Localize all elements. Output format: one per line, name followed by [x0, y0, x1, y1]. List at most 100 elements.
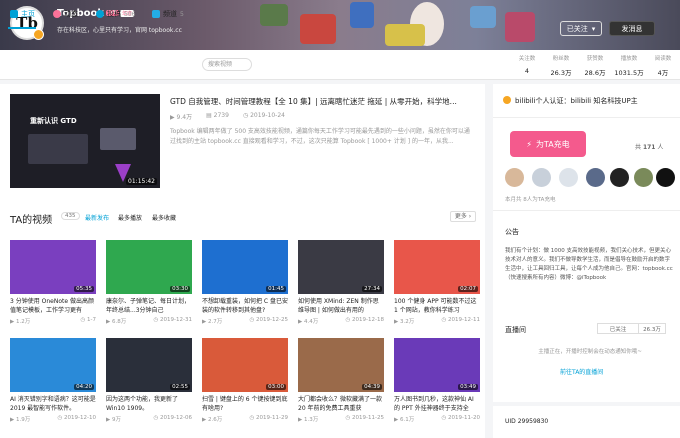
- video-plays-value: 9万: [111, 417, 121, 423]
- video-meta: ▶ 3.2万 ◷ 2019-12-11: [394, 317, 480, 325]
- video-card[interactable]: 01:45 不想卸载重装，如何把 C 盘已安装的软件转移到其他盘? ▶ 2.7万 ◷ …: [202, 240, 288, 325]
- tab-uploads[interactable]: 投稿 506: [96, 9, 135, 19]
- video-thumbnail[interactable]: 01:45: [202, 240, 288, 294]
- video-date-value: 2019-12-31: [160, 317, 192, 323]
- video-card[interactable]: 02:07 100 个健身 APP 可能数不过这 1 个网站，教你科学练习 ▶ 3.…: [394, 240, 480, 325]
- play-icon: [96, 10, 104, 18]
- tab-label: 动态: [64, 10, 78, 18]
- sort-latest[interactable]: 最新发布: [85, 213, 109, 222]
- videos-count: 435: [61, 212, 80, 220]
- video-plays-value: 2.7万: [207, 319, 223, 325]
- video-title[interactable]: 3 分钟使用 OneNote 做出高颜值笔记模板，工作学习更有: [10, 297, 96, 315]
- video-thumbnail[interactable]: 02:55: [106, 338, 192, 392]
- stat-plays: 播放数 1031.5万: [612, 54, 646, 77]
- live-room-link[interactable]: 前往TA的直播间: [560, 367, 603, 376]
- video-title[interactable]: 扫雪 | 键盘上的 6 个键按键到底有啥用?: [202, 395, 288, 413]
- identity-text: bilibili个人认证：bilibili 知名科技UP主: [515, 97, 638, 105]
- charge-button[interactable]: ⚡ 为TA充电: [510, 131, 586, 157]
- video-card[interactable]: 04:20 AI 消灭错别字和语病？这可能是 2019 最智能写作软件。 ▶ 1.9…: [10, 338, 96, 423]
- tab-dynamic[interactable]: 动态: [53, 9, 78, 19]
- sort-most-favorited[interactable]: 最多收藏: [152, 213, 176, 222]
- video-date: ◷ 2019-12-10: [57, 415, 96, 423]
- video-date-value: 2019-11-25: [352, 415, 384, 421]
- video-date-value: 2019-11-29: [256, 415, 288, 421]
- fan-avatar[interactable]: [586, 168, 605, 187]
- more-button[interactable]: 更多 ›: [450, 211, 476, 222]
- more-label: 更多: [454, 213, 467, 220]
- video-thumbnail[interactable]: 03:49: [394, 338, 480, 392]
- stat-fans[interactable]: 粉丝数 26.3万: [544, 54, 578, 77]
- tab-home[interactable]: 主页: [10, 9, 35, 19]
- gift-box-decoration: [505, 12, 535, 42]
- video-duration: 01:45: [266, 286, 286, 292]
- video-thumbnail[interactable]: 04:39: [298, 338, 384, 392]
- fan-avatar[interactable]: [656, 168, 675, 187]
- video-title[interactable]: 大门都会收么？微软藏满了一款 20 年前的免费工具重获: [298, 395, 384, 413]
- fan-avatar[interactable]: [634, 168, 653, 187]
- video-date: ◷ 2019-12-31: [153, 317, 192, 325]
- video-title[interactable]: 因为这两个功能，我更新了 Win10 1909。: [106, 395, 192, 413]
- featured-thumbnail[interactable]: 重新认识 GTD 01:15:42: [10, 94, 160, 188]
- video-title[interactable]: 100 个健身 APP 可能数不过这 1 个网站，教你科学练习: [394, 297, 480, 315]
- gift-box-decoration: [300, 14, 336, 44]
- video-card[interactable]: 03:30 康奈尔、子弹笔记、每日计划，年终总结...3分钟自己 ▶ 6.8万 ◷ 2…: [106, 240, 192, 325]
- video-thumbnail[interactable]: 27:34: [298, 240, 384, 294]
- tab-label: 主页: [21, 10, 35, 18]
- videos-section-title: TA的视频: [10, 215, 53, 226]
- fan-avatar[interactable]: [505, 168, 524, 187]
- video-duration: 03:00: [266, 384, 286, 390]
- charge-label: 为TA充电: [535, 139, 570, 149]
- video-date-value: 2019-12-10: [64, 415, 96, 421]
- featured-plays: ▶ 9.4万: [170, 112, 192, 121]
- follow-button[interactable]: 已关注 ▾: [560, 21, 602, 36]
- stat-label: 获赞数: [586, 56, 604, 62]
- video-title[interactable]: AI 消灭错别字和语病？这可能是 2019 最智能写作软件。: [10, 395, 96, 413]
- stat-label: 播放数: [620, 56, 638, 62]
- video-plays: ▶ 3.2万: [394, 317, 414, 325]
- search-input[interactable]: 搜索视频: [202, 58, 252, 71]
- video-thumbnail[interactable]: 05:35: [10, 240, 96, 294]
- video-thumbnail[interactable]: 03:00: [202, 338, 288, 392]
- stat-following[interactable]: 关注数 4: [510, 54, 544, 77]
- video-card[interactable]: 02:55 因为这两个功能，我更新了 Win10 1909。 ▶ 9万 ◷ 2019-…: [106, 338, 192, 423]
- video-card[interactable]: 04:39 大门都会收么？微软藏满了一款 20 年前的免费工具重获 ▶ 1.3万 ◷ …: [298, 338, 384, 423]
- message-button[interactable]: 发消息: [609, 21, 655, 36]
- fan-avatar[interactable]: [610, 168, 629, 187]
- sidebar-panel: [493, 84, 680, 332]
- video-thumbnail[interactable]: 03:30: [106, 240, 192, 294]
- video-card[interactable]: 03:00 扫雪 | 键盘上的 6 个键按键到底有啥用? ▶ 2.6万 ◷ 2019-…: [202, 338, 288, 423]
- featured-title[interactable]: GTD 自我管理、时间管理教程【全 10 集】| 远离瞎忙迷茫 拖延 | 从零开…: [170, 96, 475, 107]
- uid-info: UID 29959830: [505, 418, 548, 425]
- sort-most-played[interactable]: 最多播放: [118, 213, 142, 222]
- video-title[interactable]: 如何使用 XMind: ZEN 制作思维导图 | 如何做出有用的: [298, 297, 384, 315]
- video-meta: ▶ 1.3万 ◷ 2019-11-25: [298, 415, 384, 423]
- video-thumbnail[interactable]: 04:20: [10, 338, 96, 392]
- video-title[interactable]: 康奈尔、子弹笔记、每日计划，年终总结...3分钟自己: [106, 297, 192, 315]
- video-date: ◷ 2019-12-25: [249, 317, 288, 325]
- video-card[interactable]: 27:34 如何使用 XMind: ZEN 制作思维导图 | 如何做出有用的 ▶ 4…: [298, 240, 384, 325]
- video-duration: 03:30: [170, 286, 190, 292]
- video-title[interactable]: 不想卸载重装，如何把 C 盘已安装的软件转移到其他盘?: [202, 297, 288, 315]
- fan-avatar[interactable]: [559, 168, 578, 187]
- video-thumbnail[interactable]: 02:07: [394, 240, 480, 294]
- video-duration: 27:34: [362, 286, 382, 292]
- video-meta: ▶ 2.6万 ◷ 2019-11-29: [202, 415, 288, 423]
- video-plays: ▶ 1.9万: [10, 415, 30, 423]
- video-card[interactable]: 03:49 万人图书到几秒，这款神仙 AI 的 PPT 外挂神器终于支持全 ▶ 6.…: [394, 338, 480, 423]
- video-duration: 02:07: [458, 286, 478, 292]
- tab-count: 5: [180, 10, 184, 18]
- fan-avatar[interactable]: [532, 168, 551, 187]
- tab-channels[interactable]: 频道 5: [152, 9, 184, 19]
- featured-plays-value: 9.4万: [176, 114, 193, 121]
- user-sign: 存在科技区，心里只有学习，官网 topbook.cc: [57, 27, 182, 34]
- verified-badge-icon: [33, 29, 44, 40]
- tab-underline: [8, 27, 36, 29]
- video-title[interactable]: 万人图书到几秒，这款神仙 AI 的 PPT 外挂神器终于支持全: [394, 395, 480, 413]
- stat-label: 阅读数: [654, 56, 672, 62]
- tab-label: 频道: [163, 10, 177, 18]
- featured-danmaku-value: 2739: [213, 112, 229, 119]
- video-plays: ▶ 1.2万: [10, 317, 30, 325]
- video-date: ◷ 2019-12-11: [441, 317, 480, 325]
- video-card[interactable]: 05:35 3 分钟使用 OneNote 做出高颜值笔记模板，工作学习更有 ▶ 1.…: [10, 240, 96, 325]
- video-duration: 04:20: [74, 384, 94, 390]
